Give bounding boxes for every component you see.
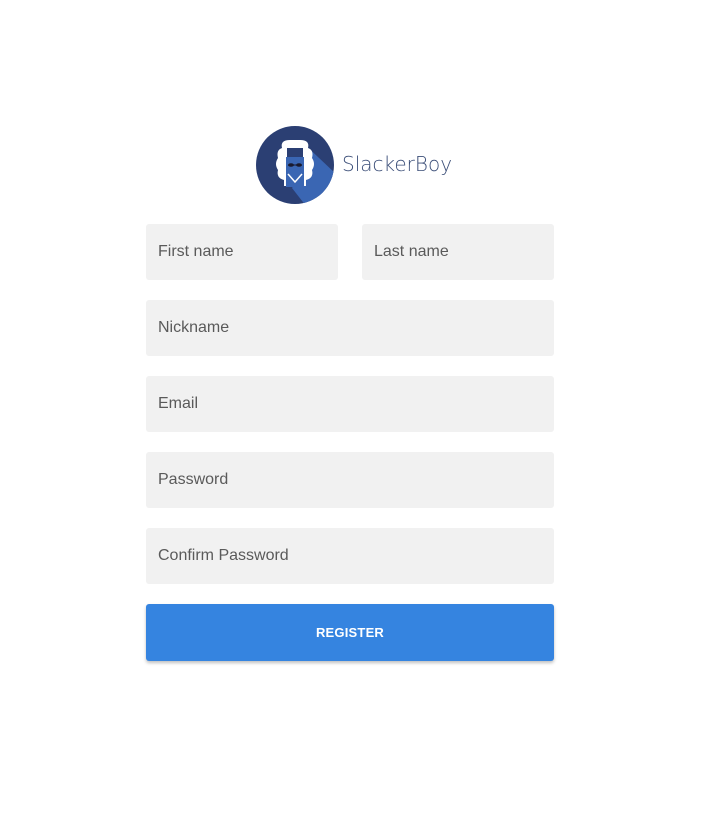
password-input[interactable] <box>146 452 554 508</box>
nickname-input[interactable] <box>146 300 554 356</box>
registration-form: REGISTER <box>146 224 554 661</box>
register-button[interactable]: REGISTER <box>146 604 554 661</box>
last-name-input[interactable] <box>362 224 554 280</box>
email-input[interactable] <box>146 376 554 432</box>
password-row <box>146 452 554 508</box>
name-row <box>146 224 554 280</box>
email-row <box>146 376 554 432</box>
brand-name: SlackerBoy <box>342 152 453 176</box>
brand-logo: SlackerBoy <box>256 126 452 204</box>
first-name-input[interactable] <box>146 224 338 280</box>
confirm-password-row <box>146 528 554 584</box>
slackerboy-logo-icon <box>256 126 334 204</box>
confirm-password-input[interactable] <box>146 528 554 584</box>
nickname-row <box>146 300 554 356</box>
